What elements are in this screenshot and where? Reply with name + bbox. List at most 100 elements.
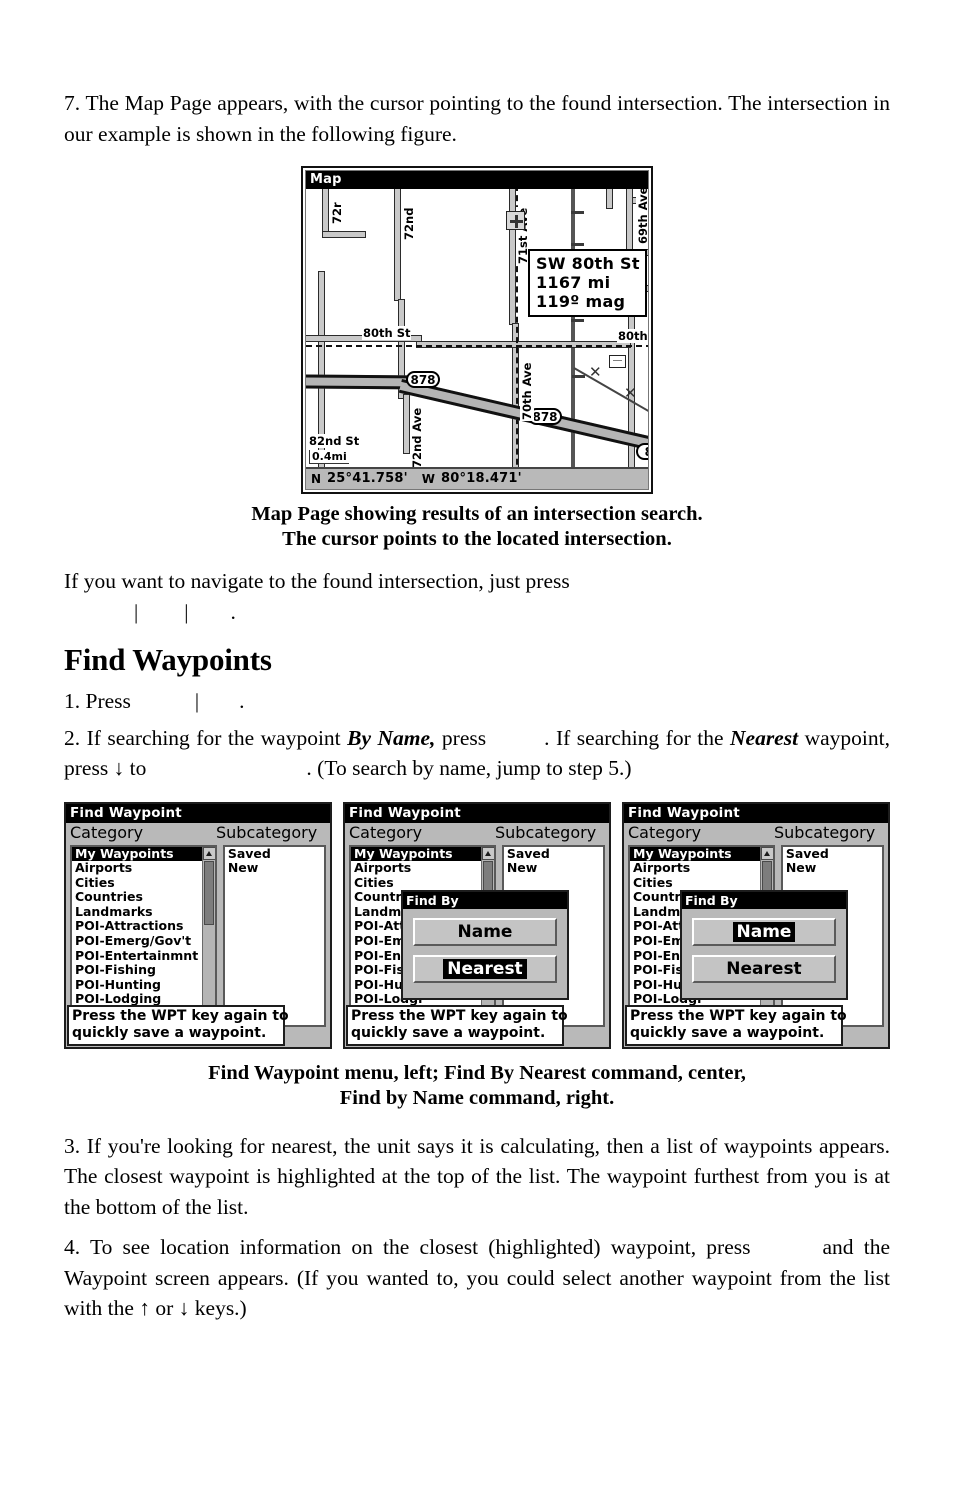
info-distance: 1167 mi [536, 273, 611, 292]
step2-text-a: 2. If searching for the waypoint [64, 725, 348, 750]
cursor-info-box: SW 80th St 1167 mi 119º mag [528, 249, 647, 317]
section-heading-find-waypoints: Find Waypoints [64, 642, 272, 677]
info-bearing: 119º mag [536, 292, 626, 311]
unit-title-bar: Find Waypoint [345, 803, 609, 823]
list-item[interactable]: Airports [351, 860, 494, 876]
longitude-hemisphere: W [421, 472, 436, 486]
find-by-name-label: Name [732, 921, 796, 942]
find-by-dialog: Find By Name Nearest [401, 889, 569, 1000]
map-title-bar: Map [306, 171, 648, 189]
screens-figure-caption: Find Waypoint menu, left; Find By Neares… [64, 1061, 890, 1111]
road-segment [394, 189, 401, 301]
navigate-text: If you want to navigate to the found int… [64, 569, 570, 593]
unit-title-bar: Find Waypoint [624, 803, 888, 823]
caption-line-1: Map Page showing results of an intersect… [251, 503, 703, 525]
map-cursor[interactable] [506, 211, 525, 230]
hint-line-1: Press the WPT key again to [630, 1007, 847, 1024]
find-by-nearest-button[interactable]: Nearest [413, 954, 557, 983]
map-screen: Map ✕ ✕ 878 878 ⎯⎯ 72r 72nd 71st Ave 80t… [301, 166, 653, 494]
find-by-nearest-label: Nearest [443, 958, 527, 979]
list-item[interactable]: Cities [72, 875, 215, 891]
find-by-name-button[interactable]: Name [692, 917, 836, 946]
hint-line-2: quickly save a waypoint. [72, 1024, 267, 1041]
list-item[interactable]: Saved [783, 847, 882, 862]
list-item[interactable]: My Waypoints [630, 846, 773, 862]
column-header-category: Category [70, 822, 144, 842]
key-separator-bar: | [134, 599, 139, 624]
map-figure-caption: Map Page showing results of an intersect… [64, 502, 890, 552]
list-item[interactable]: Saved [504, 847, 603, 862]
scroll-up-arrow-icon[interactable] [760, 846, 773, 860]
subcategory-list[interactable]: Saved New [222, 844, 326, 1027]
railroad-tie [571, 243, 584, 246]
list-item[interactable]: POI-Emerg/Gov't [72, 933, 215, 949]
scroll-up-arrow-icon[interactable] [481, 846, 494, 860]
paragraph-step-3: 3. If you're looking for nearest, the un… [64, 1133, 890, 1219]
list-item[interactable]: My Waypoints [351, 846, 494, 862]
paragraph-step-7: 7. The Map Page appears, with the cursor… [64, 91, 890, 146]
street-label: 80th St [362, 326, 412, 340]
list-item[interactable]: New [783, 860, 882, 876]
road-segment [403, 394, 410, 454]
list-item[interactable]: Cities [630, 875, 773, 891]
latitude-value: 25°41.758' [327, 471, 408, 486]
step4-text-a: 4. To see location information on the cl… [64, 1235, 751, 1259]
road-segment [322, 189, 329, 233]
step2-text-b: press [435, 725, 487, 750]
list-item[interactable]: Saved [225, 847, 324, 862]
road-segment [606, 189, 613, 209]
find-by-name-label: Name [457, 921, 513, 942]
hint-line-2: quickly save a waypoint. [351, 1024, 546, 1041]
list-item[interactable]: Countries [72, 890, 215, 905]
list-item[interactable]: New [504, 860, 603, 876]
hint-line-2: quickly save a waypoint. [630, 1024, 825, 1041]
highway-shield: 87 [636, 443, 648, 460]
list-item[interactable]: New [225, 860, 324, 876]
step1-period: . [239, 689, 245, 713]
column-header-subcategory: Subcategory [495, 822, 597, 842]
key-separator-bar: | [194, 689, 200, 713]
list-item[interactable]: Cities [351, 875, 494, 891]
hint-line-1: Press the WPT key again to [72, 1007, 289, 1024]
list-item[interactable]: POI-Attractions [72, 919, 215, 934]
paragraph-navigate: If you want to navigate to the found int… [64, 566, 890, 627]
map-status-bar: N 25°41.758' W 80°18.471' [306, 467, 648, 489]
highway-shield: 878 [406, 371, 440, 388]
caption-line-1: Find Waypoint menu, left; Find By Neares… [208, 1061, 746, 1084]
info-street: SW 80th St [536, 254, 640, 273]
road-segment [509, 189, 516, 325]
step2-text-e: . (To search by name, jump to step 5.) [306, 756, 632, 780]
list-item[interactable]: Airports [72, 860, 215, 876]
railroad-tie [571, 211, 584, 214]
map-page-figure: Map ✕ ✕ 878 878 ⎯⎯ 72r 72nd 71st Ave 80t… [301, 166, 653, 494]
step2-text-c: . If searching for the [544, 725, 730, 750]
unit-find-by-name: Find Waypoint Category Subcategory My Wa… [622, 801, 890, 1049]
caption-line-2: Find by Name command, right. [339, 1086, 615, 1109]
find-by-nearest-button[interactable]: Nearest [692, 954, 836, 983]
hint-line-1: Press the WPT key again to [351, 1007, 568, 1024]
list-item[interactable]: POI-Fishing [72, 963, 215, 978]
street-label: 80th S [617, 329, 648, 343]
unit-find-waypoint-menu: Find Waypoint Category Subcategory My Wa… [64, 801, 332, 1049]
street-label: 72nd Ave [410, 406, 424, 467]
category-list[interactable]: My Waypoints Airports Cities Countries L… [70, 844, 217, 1027]
unit-title-bar: Find Waypoint [66, 803, 330, 823]
list-item[interactable]: POI-Entertainmnt [72, 948, 215, 964]
poi-icon: ⎯⎯ [609, 355, 626, 368]
column-header-category: Category [349, 822, 423, 842]
list-item[interactable]: Landmarks [72, 904, 215, 920]
list-item[interactable]: My Waypoints [72, 846, 215, 862]
list-item[interactable]: POI-Hunting [72, 977, 215, 993]
unit-find-by-nearest: Find Waypoint Category Subcategory My Wa… [343, 801, 611, 1049]
hint-box: Press the WPT key again to quickly save … [67, 1004, 289, 1046]
street-label: 72r [330, 201, 344, 225]
paragraph-step-1: 1. Press |. [64, 686, 890, 717]
category-scrollbar[interactable] [201, 846, 215, 1025]
list-item[interactable]: Airports [630, 860, 773, 876]
railroad-tie [571, 319, 584, 322]
latitude-hemisphere: N [311, 472, 322, 486]
street-label: 70th Ave [520, 361, 534, 421]
scroll-up-arrow-icon[interactable] [202, 846, 215, 860]
scrollbar-thumb[interactable] [203, 860, 214, 925]
find-by-name-button[interactable]: Name [413, 917, 557, 946]
